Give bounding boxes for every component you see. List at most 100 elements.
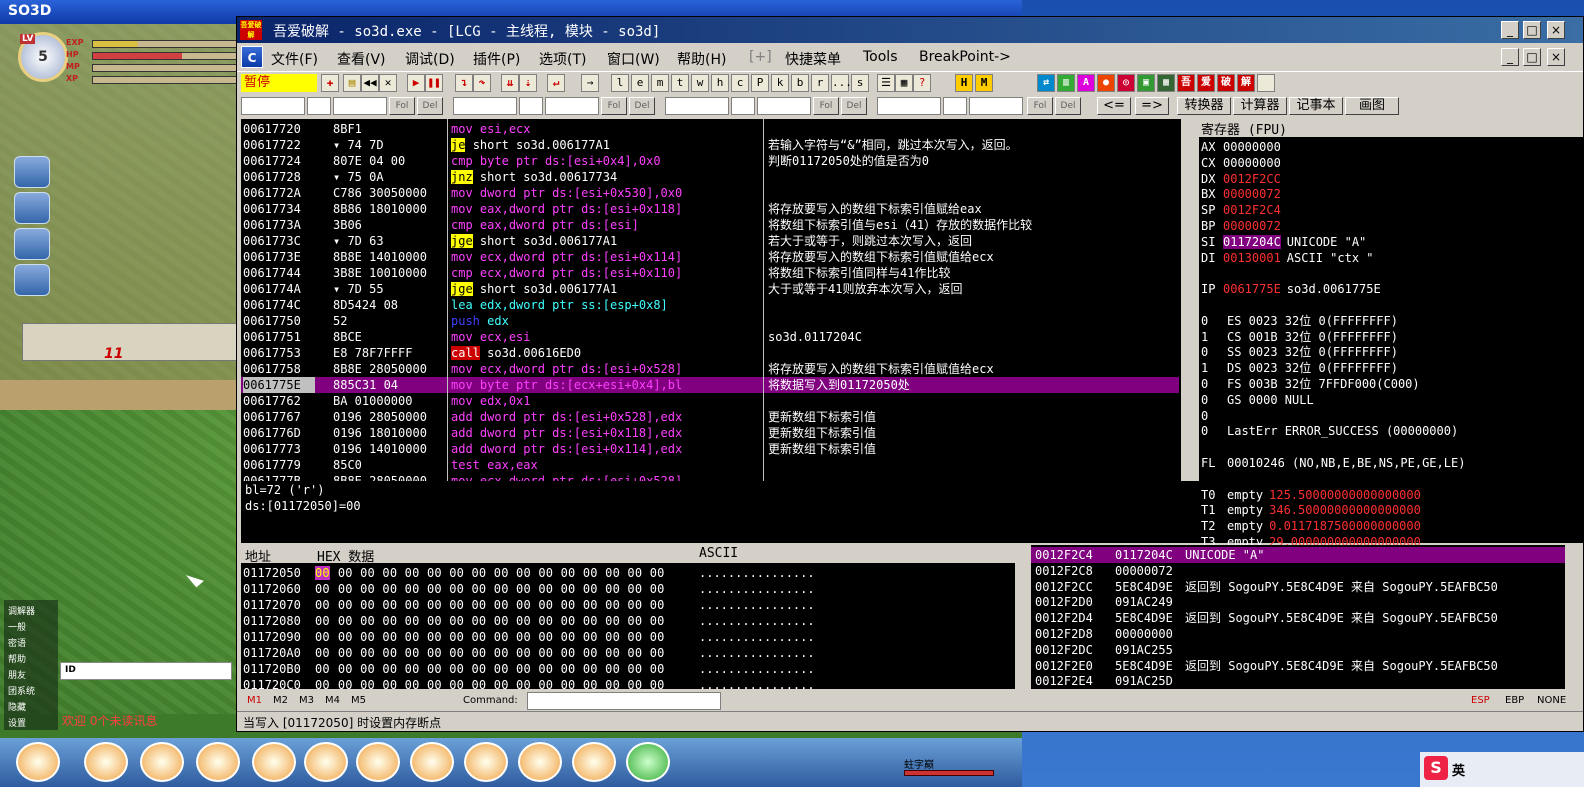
dump-byte[interactable]: 00 xyxy=(315,582,330,596)
toolbar-cn-1[interactable]: 吾 xyxy=(1177,74,1195,92)
disassembly-row[interactable]: 00617728 ▾ 75 0A jnz short so3d.00617734 xyxy=(241,169,1179,185)
step-into-icon[interactable]: ↴ xyxy=(455,74,473,92)
stack-row[interactable]: 0012F2C4 0117204C UNICODE "A" xyxy=(1031,547,1565,563)
toolbar-letter-s[interactable]: s xyxy=(851,74,869,92)
disassembly-row[interactable]: 0061772A C786 30050000 mov dword ptr ds:[e… xyxy=(241,185,1179,201)
power-icon[interactable] xyxy=(626,742,670,782)
sogou-ime-icon[interactable]: S xyxy=(1424,756,1448,780)
memory-tab-5[interactable]: M5 xyxy=(351,695,366,706)
chat-input[interactable]: ID xyxy=(60,662,232,680)
register-row[interactable]: 1 CS 001B 32位 0(FFFFFFFF) xyxy=(1201,329,1398,345)
cmd-box[interactable] xyxy=(731,97,755,115)
list-icon[interactable]: ☰ xyxy=(877,74,895,92)
close-process-icon[interactable]: ✕ xyxy=(379,74,397,92)
register-row[interactable]: T0 empty 125.50000000000000000 xyxy=(1201,487,1421,503)
register-row[interactable] xyxy=(1201,439,1221,455)
fol-button[interactable]: Fol xyxy=(389,97,415,115)
run-icon[interactable]: ▶ xyxy=(407,74,425,92)
toolbar-letter-l[interactable]: l xyxy=(611,74,629,92)
stack-row[interactable]: 0012F2E0 5E8C4D9E 返回到 SogouPY.5E8C4D9E 来自 … xyxy=(1031,658,1565,674)
plugin-icon[interactable]: ▥ xyxy=(1057,74,1075,92)
trace-over-icon[interactable]: ⇣ xyxy=(519,74,537,92)
register-value[interactable]: 00000000 xyxy=(1223,140,1281,154)
register-row[interactable]: IP 0061775E so3d.0061775E xyxy=(1201,281,1381,297)
mdi-minimize-button[interactable]: _ xyxy=(1501,48,1519,66)
disassembly-row[interactable]: 00617758 8B8E 28050000 mov ecx,dword ptr d… xyxy=(241,361,1179,377)
chat-menu-item[interactable]: 朋友 xyxy=(8,668,26,681)
character-icon[interactable] xyxy=(16,742,60,782)
execute-till-return-icon[interactable]: ↵ xyxy=(547,74,565,92)
search-icon[interactable] xyxy=(14,228,50,260)
disassembly-row[interactable]: 00617753 E8 78F7FFFF call so3d.00616ED0 xyxy=(241,345,1179,361)
stack-row[interactable]: 0012F2CC 5E8C4D9E 返回到 SogouPY.5E8C4D9E 来自 … xyxy=(1031,579,1565,595)
register-row[interactable]: 0 xyxy=(1201,408,1221,424)
disassembly-row[interactable]: 0061775E 885C31 04 mov byte ptr ds:[ecx+es… xyxy=(241,377,1179,393)
monitor-icon[interactable]: ▣ xyxy=(1137,74,1155,92)
disassembly-scrollbar[interactable] xyxy=(1181,119,1199,481)
friends-icon[interactable] xyxy=(14,192,50,224)
trace-into-icon[interactable]: ⇊ xyxy=(501,74,519,92)
toolbar-letter-p[interactable]: P xyxy=(751,74,769,92)
toolbar-letter-m[interactable]: m xyxy=(651,74,669,92)
del-button[interactable]: Del xyxy=(417,97,443,115)
cmd-box[interactable] xyxy=(453,97,517,115)
step-over-icon[interactable]: ↷ xyxy=(473,74,491,92)
calc-icon[interactable]: ▦ xyxy=(1157,74,1175,92)
menu-shortcut[interactable]: 快捷菜单 xyxy=(785,49,841,69)
disassembly-row[interactable]: 0061776D 0196 18010000 add dword ptr ds:[e… xyxy=(241,425,1179,441)
del-button[interactable]: Del xyxy=(1055,97,1081,115)
toolbar-letter-w[interactable]: w xyxy=(691,74,709,92)
stack-row[interactable]: 0012F2C8 00000072 xyxy=(1031,563,1565,579)
menu-help[interactable]: 帮助(H) xyxy=(677,49,726,69)
sword-icon[interactable] xyxy=(252,742,296,782)
register-row[interactable]: T2 empty 0.0117187500000000000 xyxy=(1201,518,1421,534)
cmd-box[interactable] xyxy=(969,97,1023,115)
register-row[interactable] xyxy=(1201,471,1221,487)
cpu-window-icon[interactable]: C xyxy=(241,46,263,68)
register-row[interactable]: AX 00000000 xyxy=(1201,139,1281,155)
fol-button[interactable]: Fol xyxy=(1027,97,1053,115)
cmd-box[interactable] xyxy=(545,97,599,115)
mdi-restore-button[interactable]: □ xyxy=(1523,48,1541,66)
disassembly-row[interactable]: 0061773C ▾ 7D 63 jge short so3d.006177A1 若大… xyxy=(241,233,1179,249)
disassembly-row[interactable]: 00617744 3B8E 10010000 cmp ecx,dword ptr d… xyxy=(241,265,1179,281)
memory-tab-1[interactable]: M1 xyxy=(247,695,262,706)
disassembly-row[interactable]: 00617751 8BCE mov ecx,esi so3d.0117204C xyxy=(241,329,1179,345)
register-row[interactable]: DX 0012F2CC xyxy=(1201,171,1281,187)
disassembly-row[interactable]: 00617720 8BF1 mov esi,ecx xyxy=(241,121,1179,137)
stack-row[interactable]: 0012F2E4 091AC25D xyxy=(1031,673,1565,689)
cmd-box[interactable] xyxy=(877,97,941,115)
cmd-box[interactable] xyxy=(757,97,811,115)
memory-tab-3[interactable]: M3 xyxy=(299,695,314,706)
register-row[interactable]: 0 GS 0000 NULL xyxy=(1201,392,1314,408)
dump-byte[interactable]: 00 xyxy=(315,614,330,628)
chat-menu-item[interactable]: 隐藏 xyxy=(8,700,26,713)
esp-button[interactable]: ESP xyxy=(1471,695,1490,706)
chat-menu-item[interactable]: 密语 xyxy=(8,636,26,649)
dump-scrollbar[interactable] xyxy=(1015,545,1029,689)
dump-byte[interactable]: 00 xyxy=(315,630,330,644)
chat-menu-item[interactable]: 设置 xyxy=(8,716,26,729)
help-icon[interactable] xyxy=(572,742,616,782)
memory-tab-2[interactable]: M2 xyxy=(273,695,288,706)
register-row[interactable]: SP 0012F2C4 xyxy=(1201,202,1281,218)
toolbar-letter-r[interactable]: r xyxy=(811,74,829,92)
calculator-button[interactable]: 计算器 xyxy=(1233,97,1287,115)
grid-icon[interactable]: ▦ xyxy=(895,74,913,92)
toolbar-letter-e[interactable]: e xyxy=(631,74,649,92)
menu-view[interactable]: 查看(V) xyxy=(337,49,386,69)
menu-options[interactable]: 选项(T) xyxy=(539,49,586,69)
menu-breakpoint[interactable]: BreakPoint-> xyxy=(919,49,1011,65)
memory-dump-pane[interactable]: 地址 HEX 数据 ASCII 01172050 00 00 00 00 00 00… xyxy=(241,545,1029,689)
toolbar-cn-2[interactable]: 爱 xyxy=(1197,74,1215,92)
register-value[interactable]: 00130001 xyxy=(1223,251,1281,265)
refresh-icon[interactable]: ⇄ xyxy=(1037,74,1055,92)
toolbar-h-button[interactable]: H xyxy=(955,74,973,92)
menu-plugins[interactable]: 插件(P) xyxy=(473,49,520,69)
register-row[interactable]: 1 DS 0023 32位 0(FFFFFFFF) xyxy=(1201,360,1398,376)
blank-icon[interactable] xyxy=(1257,74,1275,92)
register-value[interactable]: 0117204C xyxy=(1223,234,1281,249)
pause-icon[interactable]: ❚❚ xyxy=(425,74,443,92)
stack-row[interactable]: 0012F2D4 5E8C4D9E 返回到 SogouPY.5E8C4D9E 来自 … xyxy=(1031,610,1565,626)
chat-icon[interactable] xyxy=(464,742,508,782)
